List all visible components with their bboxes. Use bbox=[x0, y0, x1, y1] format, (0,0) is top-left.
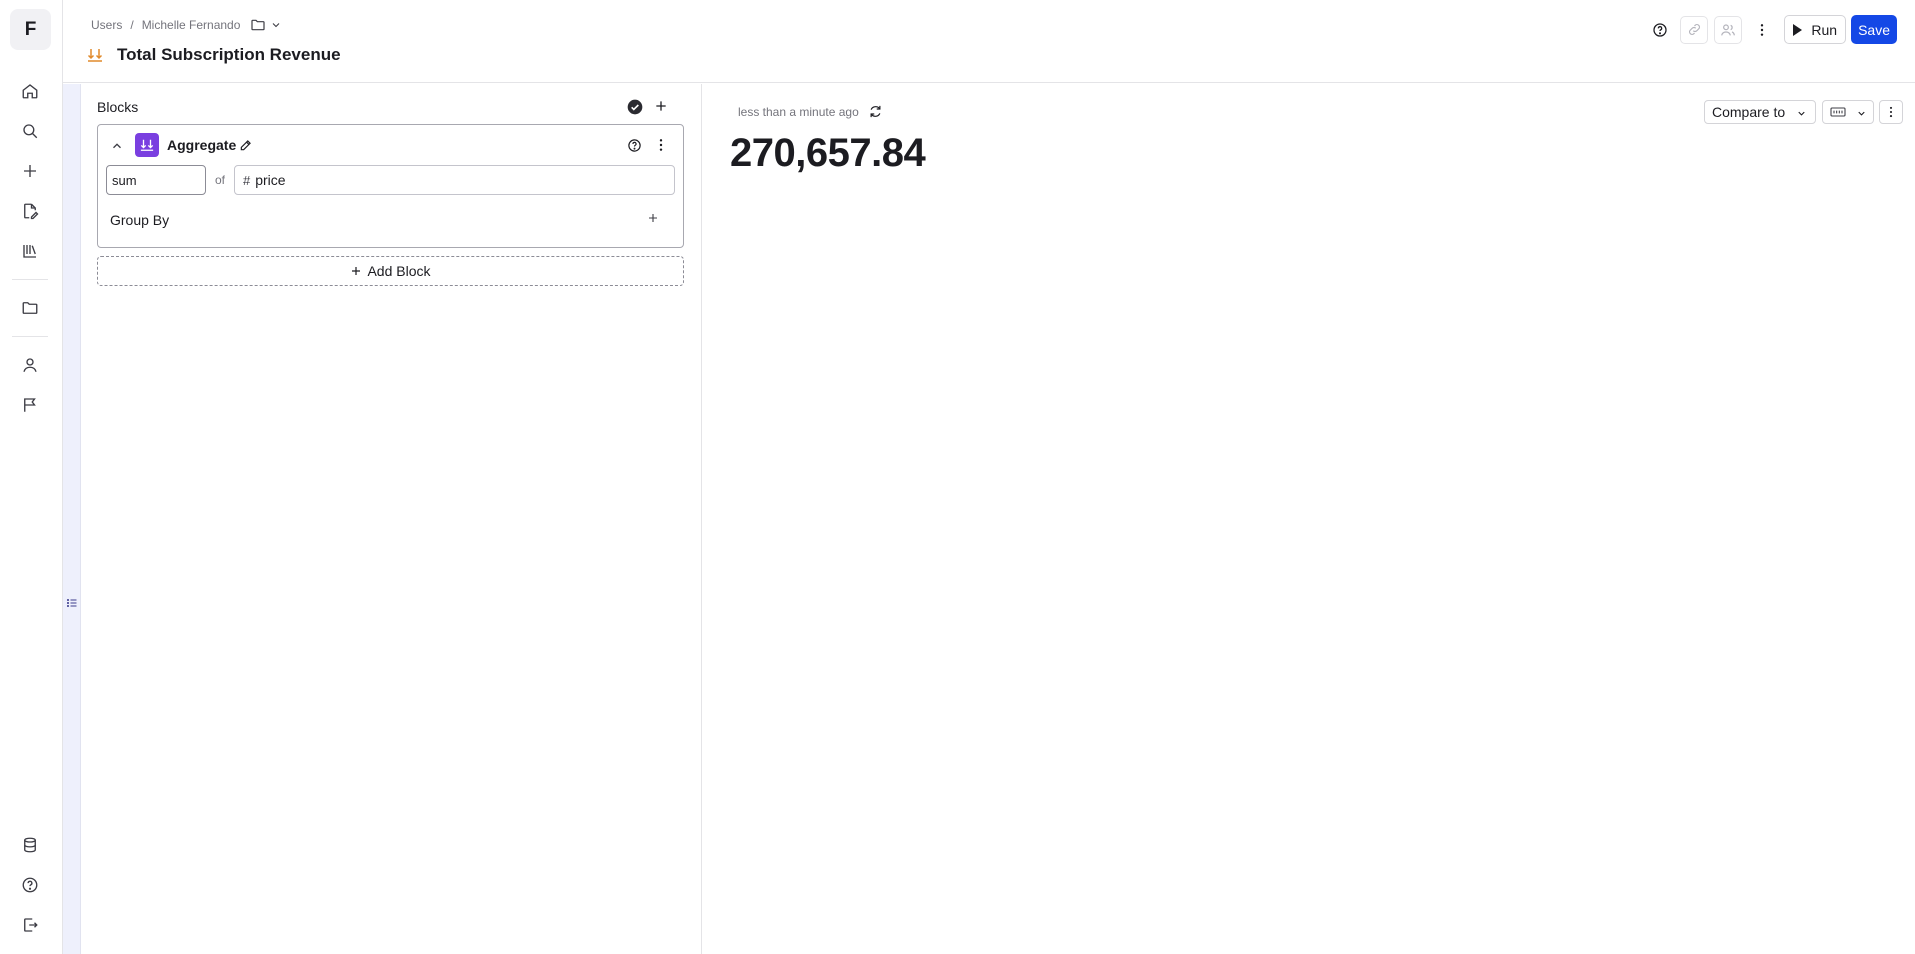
library-icon[interactable] bbox=[19, 240, 41, 262]
number-type-icon: # bbox=[243, 172, 251, 188]
user-icon[interactable] bbox=[19, 354, 41, 376]
play-icon bbox=[1793, 23, 1803, 36]
last-updated: less than a minute ago bbox=[738, 104, 883, 119]
refresh-icon[interactable] bbox=[868, 104, 883, 119]
sidebar-divider bbox=[12, 336, 48, 337]
run-button[interactable]: Run bbox=[1784, 15, 1847, 44]
sidebar-divider bbox=[12, 279, 48, 280]
blocks-panel: Blocks Aggregate sum of # price Group By… bbox=[81, 84, 702, 954]
add-group-by-icon[interactable] bbox=[647, 212, 659, 224]
metric-value: 270,657.84 bbox=[730, 131, 926, 175]
app-logo[interactable]: F bbox=[10, 9, 51, 50]
chevron-up-icon[interactable] bbox=[110, 139, 124, 153]
chevron-down-icon bbox=[1858, 111, 1865, 116]
flag-icon[interactable] bbox=[19, 394, 41, 416]
help-icon[interactable] bbox=[627, 138, 642, 153]
breadcrumb: Users / Michelle Fernando bbox=[91, 17, 282, 33]
chevron-down-icon bbox=[273, 23, 280, 28]
breadcrumb-owner[interactable]: Michelle Fernando bbox=[142, 18, 241, 32]
share-link-button[interactable] bbox=[1680, 15, 1709, 44]
more-vertical-icon[interactable] bbox=[653, 137, 669, 153]
header-actions: Run Save bbox=[1646, 15, 1897, 44]
block-title: Aggregate bbox=[167, 137, 237, 153]
add-block-label: Add Block bbox=[367, 263, 431, 279]
folder-picker[interactable] bbox=[250, 17, 282, 33]
help-icon bbox=[1653, 22, 1668, 37]
number-display-icon bbox=[1830, 107, 1846, 117]
page-title[interactable]: Total Subscription Revenue bbox=[117, 45, 341, 65]
column-name: price bbox=[255, 172, 286, 188]
aggregate-block: Aggregate sum of # price Group By bbox=[97, 124, 684, 248]
folder-icon[interactable] bbox=[19, 297, 41, 319]
home-icon[interactable] bbox=[19, 80, 41, 102]
add-block-button[interactable]: Add Block bbox=[97, 256, 684, 286]
check-circle-icon bbox=[627, 99, 643, 115]
breadcrumb-separator: / bbox=[130, 18, 134, 32]
notebook-strip bbox=[63, 84, 81, 954]
more-options-button[interactable] bbox=[1748, 16, 1776, 44]
list-icon[interactable] bbox=[66, 597, 78, 609]
plus-icon[interactable] bbox=[19, 160, 41, 182]
aggregate-type-icon bbox=[135, 133, 159, 157]
result-panel: less than a minute ago 270,657.84 Compar… bbox=[703, 84, 1915, 954]
database-icon[interactable] bbox=[19, 834, 41, 856]
logout-icon[interactable] bbox=[19, 914, 41, 936]
run-button-label: Run bbox=[1811, 21, 1838, 38]
link-icon bbox=[1688, 24, 1700, 35]
more-vertical-icon bbox=[1889, 106, 1893, 118]
app-sidebar: F bbox=[0, 0, 63, 954]
add-block-plus-icon[interactable] bbox=[654, 99, 668, 113]
plus-icon bbox=[352, 267, 361, 275]
pencil-icon[interactable] bbox=[239, 138, 253, 152]
save-button[interactable]: Save bbox=[1851, 15, 1897, 44]
visualization-dropdown[interactable] bbox=[1822, 100, 1874, 124]
save-button-label: Save bbox=[1858, 21, 1890, 38]
aggregation-select[interactable]: sum bbox=[106, 165, 206, 195]
help-button[interactable] bbox=[1646, 16, 1674, 44]
document-edit-icon[interactable] bbox=[19, 200, 41, 222]
breadcrumb-users[interactable]: Users bbox=[91, 18, 122, 32]
permissions-button[interactable] bbox=[1714, 15, 1743, 44]
more-vertical-icon bbox=[1761, 23, 1764, 36]
group-by-label: Group By bbox=[110, 212, 170, 228]
compare-to-label: Compare to bbox=[1712, 104, 1786, 120]
folder-icon bbox=[251, 19, 266, 31]
title-row: Total Subscription Revenue bbox=[87, 45, 341, 65]
page-header: Users / Michelle Fernando Total Subscrip… bbox=[63, 0, 1915, 83]
result-more-button[interactable] bbox=[1879, 100, 1903, 124]
compare-to-dropdown[interactable]: Compare to bbox=[1704, 100, 1816, 124]
column-select[interactable]: # price bbox=[234, 165, 675, 195]
aggregate-icon bbox=[87, 49, 103, 62]
blocks-heading: Blocks bbox=[97, 99, 139, 115]
chevron-down-icon bbox=[1798, 111, 1805, 116]
users-icon bbox=[1721, 23, 1736, 36]
last-updated-text: less than a minute ago bbox=[738, 104, 859, 119]
of-label: of bbox=[215, 173, 226, 187]
search-icon[interactable] bbox=[19, 120, 41, 142]
help-icon[interactable] bbox=[19, 874, 41, 896]
